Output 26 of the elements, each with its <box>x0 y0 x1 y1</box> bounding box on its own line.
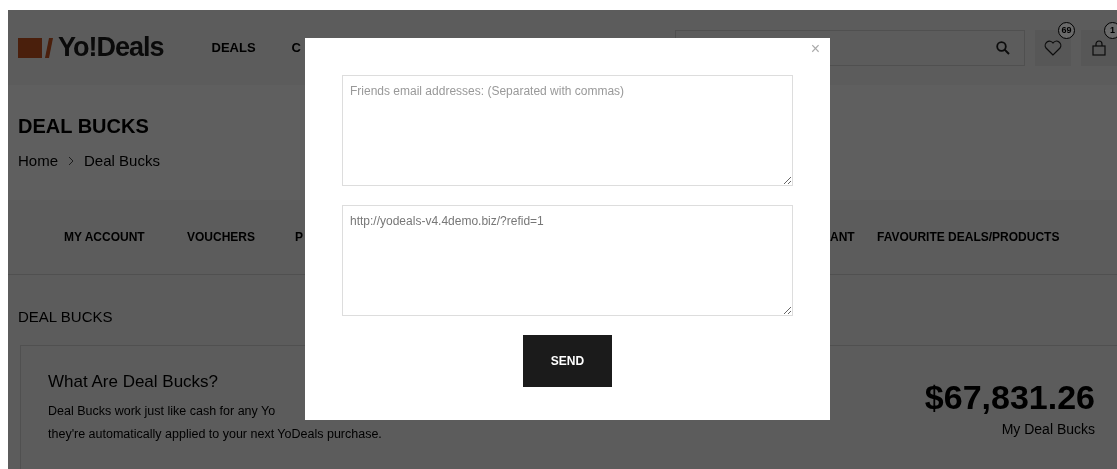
account-tab[interactable]: MY ACCOUNT <box>64 230 187 244</box>
cart-count-badge: 1 <box>1104 21 1117 39</box>
account-tab[interactable]: VOUCHERS <box>187 230 295 244</box>
account-tab[interactable]: FAVOURITE DEALS/PRODUCTS <box>877 230 1117 244</box>
logo-text[interactable]: Yo!Deals <box>58 32 164 63</box>
balance-amount: $67,831.26 <box>924 378 1095 417</box>
nav-link[interactable]: C <box>291 40 301 55</box>
info-heading: What Are Deal Bucks? <box>48 372 220 392</box>
breadcrumb-link[interactable]: Home <box>18 152 58 169</box>
email-input-field[interactable]: Friends email addresses: (Separated with commas) <box>342 75 793 186</box>
balance-label: My Deal Bucks <box>1000 421 1095 437</box>
referral-link-field[interactable]: http://yodeals-v4.4demo.biz/?refid=1 <box>342 205 793 316</box>
info-text: they're automatically applied to your next YoDeals purchase. <box>48 426 383 443</box>
logo-mark-icon <box>18 36 54 59</box>
nav-link[interactable]: DEALS <box>211 40 256 55</box>
wishlist-count-badge: 69 <box>1058 21 1075 39</box>
chevron-right-icon <box>68 155 74 166</box>
page-title: DEAL BUCKS <box>18 115 150 138</box>
shopping-bag-icon[interactable] <box>1091 39 1107 56</box>
send-button[interactable]: SEND <box>523 335 612 387</box>
account-tab[interactable]: ANT <box>830 230 877 244</box>
search-icon[interactable] <box>996 40 1010 55</box>
section-title: DEAL BUCKS <box>18 308 114 325</box>
info-text: Deal Bucks work just like cash for any Yo <box>48 403 277 420</box>
close-button[interactable]: × <box>807 40 823 58</box>
heart-icon[interactable] <box>1044 39 1062 56</box>
